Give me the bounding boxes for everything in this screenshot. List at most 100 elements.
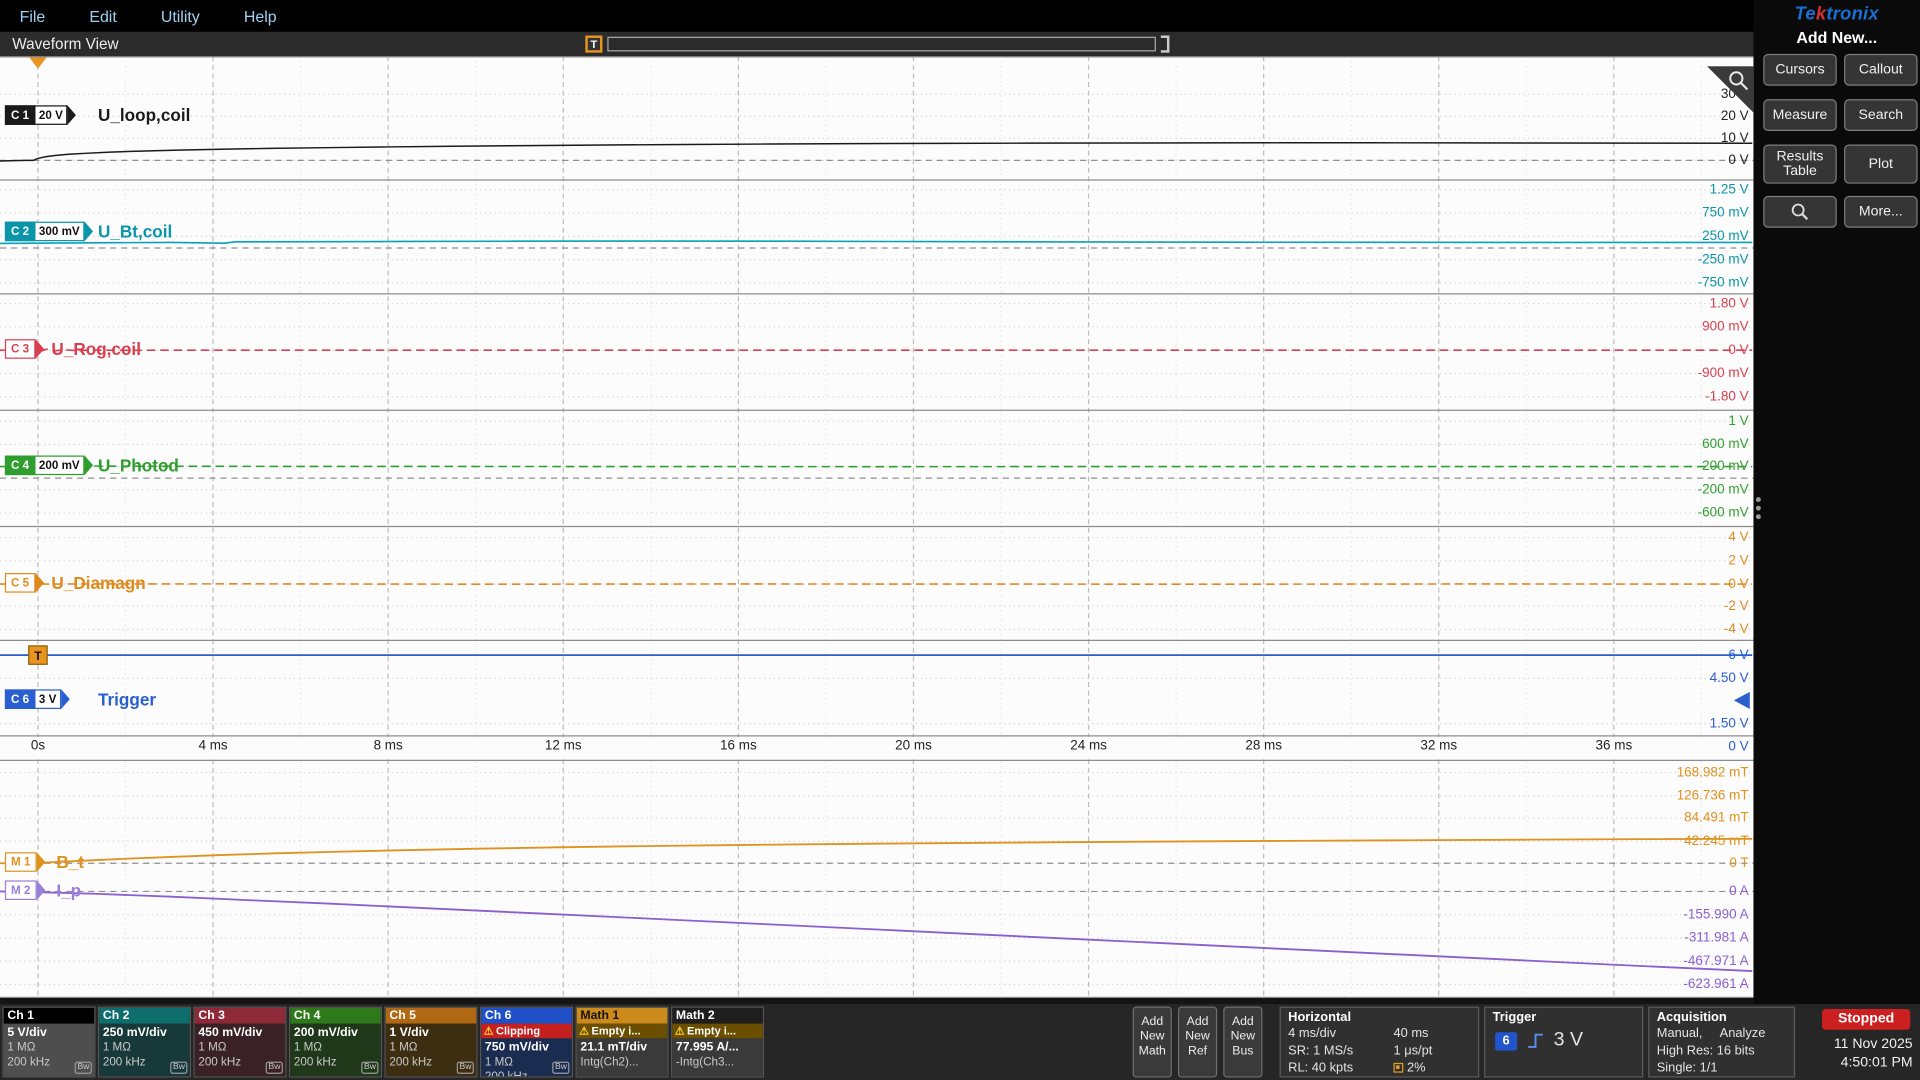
add-new-bus-button[interactable]: AddNewBus <box>1223 1007 1262 1078</box>
scale-label: -600 mV <box>1698 506 1749 521</box>
badge-detail: 1 MΩ <box>389 1041 472 1056</box>
bandwidth-icon: Bw <box>266 1062 283 1074</box>
signal-label-trigger: Trigger <box>98 689 156 709</box>
trace-c2 <box>0 241 1752 243</box>
add-new-title: Add New... <box>1753 28 1920 46</box>
zoom-range-bar[interactable] <box>607 37 1156 52</box>
channel-settings-badge-math2[interactable]: Math 2⚠Empty i...77.995 A/...-Intg(Ch3..… <box>671 1007 764 1078</box>
channel-scale: 200 mV <box>35 456 84 476</box>
signal-label-u-bt-coil: U_Bt,coil <box>98 222 172 242</box>
bandwidth-icon: Bw <box>457 1062 474 1074</box>
channel-settings-badge-ch4[interactable]: Ch 4200 mV/div1 MΩ200 kHzBw <box>289 1007 382 1078</box>
channel-settings-badge-ch5[interactable]: Ch 51 V/div1 MΩ200 kHzBw <box>384 1007 477 1078</box>
acquisition-title: Acquisition <box>1649 1008 1793 1025</box>
channel-badge-c5[interactable]: C 5 <box>5 573 44 593</box>
cursors-button[interactable]: Cursors <box>1763 54 1836 86</box>
badge-warning: ⚠Empty i... <box>672 1024 763 1039</box>
channel-settings-badge-math1[interactable]: Math 1⚠Empty i...21.1 mT/divIntg(Ch2)... <box>576 1007 669 1078</box>
trigger-panel[interactable]: Trigger 6 3 V <box>1484 1007 1643 1078</box>
channel-settings-badge-ch2[interactable]: Ch 2250 mV/div1 MΩ200 kHzBw <box>98 1007 191 1078</box>
plot-button[interactable]: Plot <box>1844 144 1917 183</box>
scale-label: 2 V <box>1728 553 1748 568</box>
badge-title: Ch 5 <box>386 1008 477 1024</box>
badge-warning: ⚠Empty i... <box>577 1024 668 1039</box>
channel-settings-badge-ch3[interactable]: Ch 3450 mV/div1 MΩ200 kHzBw <box>193 1007 286 1078</box>
time-axis-label: 12 ms <box>545 738 582 753</box>
stopped-button[interactable]: Stopped <box>1822 1009 1910 1030</box>
waveform-plot-area[interactable]: T 30 V20 V10 V0 V1.25 V750 mV250 mV-250 … <box>0 56 1753 998</box>
zoom-range-end-bracket[interactable] <box>1161 36 1170 53</box>
traces <box>0 143 1752 971</box>
channel-id: C 4 <box>5 456 35 476</box>
channel-id: C 5 <box>5 573 35 593</box>
channel-badge-c3[interactable]: C 3 <box>5 339 44 359</box>
scale-label: 84.491 mT <box>1684 811 1748 826</box>
channel-badge-m2[interactable]: M 2 <box>5 880 45 900</box>
channel-id: C 6 <box>5 689 35 709</box>
side-panel: Tektronix Add New... CursorsCalloutMeasu… <box>1753 0 1920 1004</box>
badge-arrow <box>37 880 46 900</box>
menu-utility[interactable]: Utility <box>161 7 200 25</box>
channel-settings-badge-ch6[interactable]: Ch 6⚠Clipping750 mV/div1 MΩ200 kHzBw <box>480 1007 573 1078</box>
search-results-button[interactable] <box>1763 196 1836 228</box>
channel-id: M 2 <box>5 880 37 900</box>
horizontal-panel[interactable]: Horizontal 4 ms/div 40 ms SR: 1 MS/s 1 μ… <box>1280 1007 1480 1078</box>
menu-file[interactable]: File <box>20 7 46 25</box>
menu-help[interactable]: Help <box>244 7 277 25</box>
badge-arrow <box>68 105 77 125</box>
badge-scale-value: 250 mV/div <box>103 1025 186 1041</box>
trigger-source-letter: T <box>34 649 42 663</box>
signal-label-u-diamagn: U_Diamagn <box>51 573 145 593</box>
acquisition-panel[interactable]: Acquisition Manual, Analyze High Res: 16… <box>1648 1007 1795 1078</box>
channel-settings-badge-ch1[interactable]: Ch 15 V/div1 MΩ200 kHzBw <box>2 1007 95 1078</box>
signal-label-u-rog-coil: U_Rog,coil <box>51 339 141 359</box>
badge-arrow <box>35 339 44 359</box>
badge-title: Ch 4 <box>290 1008 381 1024</box>
more-button[interactable]: More... <box>1844 196 1917 228</box>
horizontal-title: Horizontal <box>1281 1008 1478 1025</box>
channel-badge-c4[interactable]: C 4200 mV <box>5 456 93 476</box>
trigger-level-arrow[interactable] <box>1734 692 1750 709</box>
channel-badge-m1[interactable]: M 1 <box>5 852 45 872</box>
measure-button[interactable]: Measure <box>1763 99 1836 131</box>
channel-badge-c1[interactable]: C 120 V <box>5 105 76 125</box>
horizontal-window: 40 ms <box>1393 1026 1470 1042</box>
panel-drag-handle[interactable] <box>1755 490 1762 527</box>
scale-label: 600 mV <box>1702 437 1748 452</box>
badge-arrow <box>35 573 44 593</box>
bandwidth-icon: Bw <box>75 1062 92 1074</box>
channel-id: C 1 <box>5 105 35 125</box>
channel-badge-c6[interactable]: C 63 V <box>5 689 70 709</box>
badge-detail: 1 MΩ <box>294 1041 377 1056</box>
trigger-position-marker[interactable] <box>29 58 46 69</box>
scale-label: 4.50 V <box>1710 671 1749 686</box>
sample-interval: 1 μs/pt <box>1393 1043 1470 1059</box>
badge-arrow <box>37 852 46 872</box>
date-label: 11 Nov 2025 <box>1795 1036 1913 1054</box>
trigger-source-badge[interactable]: 6 <box>1495 1032 1517 1050</box>
badge-arrow <box>61 689 70 709</box>
scale-label: 4 V <box>1728 530 1748 545</box>
badge-scale-value: 77.995 A/... <box>676 1040 759 1056</box>
channel-badge-c2[interactable]: C 2300 mV <box>5 222 93 242</box>
badge-title: Math 2 <box>672 1008 763 1024</box>
channel-scale: 300 mV <box>35 222 84 242</box>
signal-label-u-loop-coil: U_loop,coil <box>98 105 190 125</box>
scale-label: -1.80 V <box>1705 389 1748 404</box>
scale-label: -311.981 A <box>1684 931 1748 946</box>
scale-label: 168.982 mT <box>1677 765 1749 780</box>
badge-scale-value: 21.1 mT/div <box>580 1040 663 1056</box>
bandwidth-icon: Bw <box>553 1062 570 1074</box>
add-new-math-button[interactable]: AddNewMath <box>1133 1007 1172 1078</box>
scale-label: 0 V <box>1728 740 1748 755</box>
search-button[interactable]: Search <box>1844 99 1917 131</box>
add-new-ref-button[interactable]: AddNewRef <box>1178 1007 1217 1078</box>
callout-button[interactable]: Callout <box>1844 54 1917 86</box>
scale-label: 1 V <box>1728 414 1748 429</box>
badge-title: Ch 2 <box>99 1008 190 1024</box>
scale-label: -4 V <box>1724 622 1749 637</box>
menu-edit[interactable]: Edit <box>89 7 116 25</box>
record-length: RL: 40 kpts <box>1288 1060 1393 1076</box>
sample-rate: SR: 1 MS/s <box>1288 1043 1393 1059</box>
results-table-button[interactable]: Results Table <box>1763 144 1836 183</box>
